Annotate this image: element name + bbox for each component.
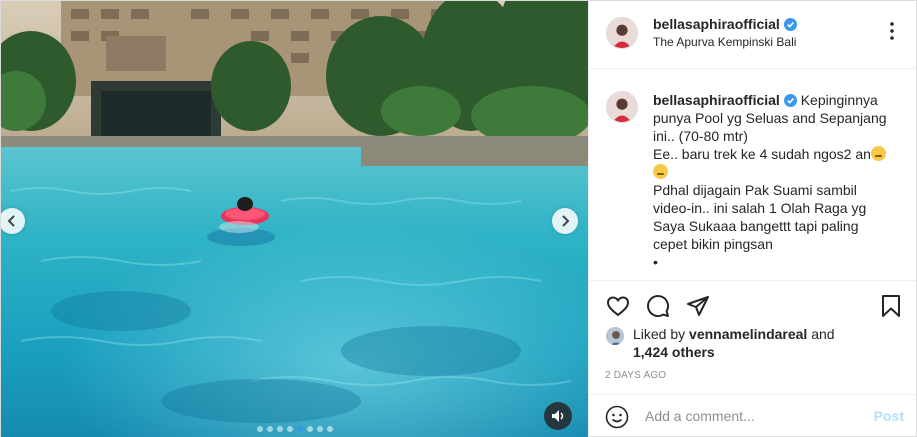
sweat-emoji-icon	[653, 164, 668, 179]
emoji-icon	[605, 405, 629, 429]
caption-line: ini.. (70-80 mtr)	[653, 128, 748, 144]
carousel-dot	[316, 426, 323, 432]
heart-icon	[606, 296, 630, 317]
others-link[interactable]: 1,424 others	[633, 344, 715, 360]
carousel-indicator	[1, 426, 588, 432]
caption: bellasaphiraofficial Kepinginnya punya P…	[653, 91, 913, 271]
carousel-dot	[266, 426, 273, 432]
comment-button[interactable]	[645, 293, 671, 319]
save-button[interactable]	[878, 293, 904, 319]
carousel-dot	[296, 426, 303, 432]
post-dialog: bellasaphiraofficial The Apurva Kempinsk…	[0, 0, 917, 437]
post-media[interactable]	[1, 1, 588, 437]
chevron-left-icon	[7, 215, 15, 227]
username-text: bellasaphiraofficial	[653, 16, 780, 32]
carousel-dot	[256, 426, 263, 432]
emoji-picker-button[interactable]	[605, 405, 629, 429]
caption-line: Saya Sukaaa bangettt tapi paling	[653, 218, 859, 234]
more-options-button[interactable]	[882, 21, 902, 46]
caption-line: Ee.. baru trek ke 4 sudah ngos2 an	[653, 146, 871, 162]
sound-muted-icon	[552, 410, 564, 422]
carousel-dot	[306, 426, 313, 432]
post-header: bellasaphiraofficial The Apurva Kempinsk…	[589, 1, 916, 69]
share-button[interactable]	[685, 293, 711, 319]
avatar[interactable]	[606, 17, 638, 49]
profile-photo	[607, 92, 637, 122]
comment-input[interactable]	[645, 403, 875, 429]
chevron-right-icon	[562, 215, 570, 227]
carousel-dot	[326, 426, 333, 432]
more-icon	[890, 22, 894, 40]
caption-line: •	[653, 254, 658, 270]
next-button[interactable]	[552, 208, 578, 234]
post-comment-button[interactable]: Post	[874, 408, 904, 424]
caption-scroll-area[interactable]: bellasaphiraofficial Kepinginnya punya P…	[589, 70, 916, 281]
post-details-panel: bellasaphiraofficial The Apurva Kempinsk…	[588, 1, 916, 437]
caption-line: Pdhal dijagain Pak Suami sambil	[653, 182, 857, 198]
share-icon	[687, 296, 709, 316]
verified-badge-icon	[783, 18, 797, 31]
liked-by-text: Liked by	[633, 326, 686, 342]
action-bar	[605, 293, 904, 319]
and-text: and	[811, 326, 835, 342]
comment-icon	[647, 295, 670, 318]
post-timestamp[interactable]: 2 DAYS AGO	[605, 370, 666, 381]
caption-line: Kepinginnya	[800, 92, 878, 108]
location-link[interactable]: The Apurva Kempinski Bali	[653, 35, 796, 49]
caption-avatar[interactable]	[606, 91, 638, 123]
carousel-dot	[286, 426, 293, 432]
caption-line: punya Pool yg Seluas and Sepanjang	[653, 110, 887, 126]
caption-line: cepet bikin pingsan	[653, 236, 773, 252]
profile-photo	[606, 327, 624, 345]
grimacing-emoji-icon	[870, 146, 886, 161]
video-frame	[1, 1, 588, 437]
liker-avatar[interactable]	[605, 326, 625, 346]
caption-username[interactable]: bellasaphiraofficial	[653, 92, 780, 108]
bookmark-icon	[882, 295, 900, 317]
comment-bar: Post	[589, 394, 916, 437]
caption-line: video-in.. ini salah 1 Olah Raga yg	[653, 200, 867, 216]
post-username[interactable]: bellasaphiraofficial	[653, 16, 797, 32]
profile-photo	[607, 18, 637, 48]
carousel-dot	[276, 426, 283, 432]
liker-username-link[interactable]: vennamelindareal	[689, 326, 807, 342]
like-button[interactable]	[605, 293, 631, 319]
verified-badge-icon	[783, 94, 797, 107]
